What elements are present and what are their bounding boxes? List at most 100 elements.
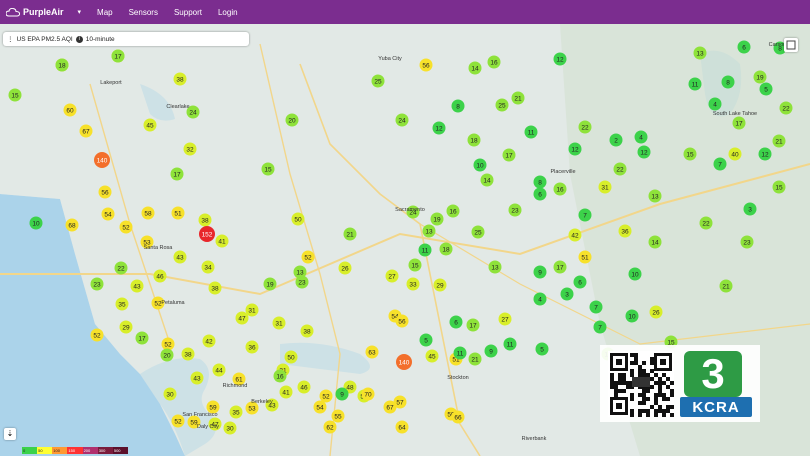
- sensor-marker[interactable]: 9: [484, 344, 498, 358]
- sensor-marker[interactable]: 54: [101, 207, 115, 221]
- sensor-marker[interactable]: 20: [285, 113, 299, 127]
- sensor-marker[interactable]: 17: [502, 148, 516, 162]
- sensor-marker[interactable]: 4: [708, 97, 722, 111]
- sensor-marker[interactable]: 17: [111, 49, 125, 63]
- info-icon[interactable]: i: [75, 35, 83, 43]
- sensor-marker[interactable]: 10: [628, 267, 642, 281]
- sensor-marker[interactable]: 6: [573, 275, 587, 289]
- nav-link-support[interactable]: Support: [174, 8, 202, 17]
- sensor-marker[interactable]: 7: [589, 300, 603, 314]
- nav-link-login[interactable]: Login: [218, 8, 238, 17]
- sensor-marker[interactable]: 42: [202, 334, 216, 348]
- sensor-marker[interactable]: 24: [395, 113, 409, 127]
- sensor-marker[interactable]: 50: [291, 212, 305, 226]
- sensor-marker[interactable]: 10: [625, 309, 639, 323]
- sensor-marker[interactable]: 52: [119, 220, 133, 234]
- sensor-marker[interactable]: 11: [418, 243, 432, 257]
- sensor-marker[interactable]: 17: [135, 331, 149, 345]
- sensor-marker[interactable]: 22: [779, 101, 793, 115]
- sensor-marker[interactable]: 27: [385, 269, 399, 283]
- sensor-marker[interactable]: 20: [160, 348, 174, 362]
- sensor-marker[interactable]: 21: [719, 279, 733, 293]
- sensor-marker[interactable]: 22: [699, 216, 713, 230]
- sensor-marker[interactable]: 12: [637, 145, 651, 159]
- sensor-marker[interactable]: 5: [759, 82, 773, 96]
- sensor-marker[interactable]: 16: [273, 369, 287, 383]
- sensor-marker[interactable]: 40: [728, 147, 742, 161]
- sensor-marker[interactable]: 60: [63, 103, 77, 117]
- sensor-marker[interactable]: 25: [371, 74, 385, 88]
- sensor-marker[interactable]: 12: [758, 147, 772, 161]
- sensor-marker[interactable]: 7: [713, 157, 727, 171]
- sensor-marker[interactable]: 16: [446, 204, 460, 218]
- sensor-marker[interactable]: 21: [343, 227, 357, 241]
- sensor-marker[interactable]: 152: [199, 226, 215, 242]
- sensor-marker[interactable]: 30: [223, 421, 237, 435]
- sensor-marker[interactable]: 66: [451, 410, 465, 424]
- sensor-marker[interactable]: 13: [648, 189, 662, 203]
- sensor-marker[interactable]: 8: [451, 99, 465, 113]
- sensor-marker[interactable]: 22: [613, 162, 627, 176]
- sensor-marker[interactable]: 17: [553, 260, 567, 274]
- sensor-marker[interactable]: 18: [467, 133, 481, 147]
- sensor-marker[interactable]: 56: [419, 58, 433, 72]
- sensor-marker[interactable]: 15: [408, 258, 422, 272]
- sensor-marker[interactable]: 21: [468, 352, 482, 366]
- download-button[interactable]: ⇣: [4, 428, 16, 440]
- sensor-marker[interactable]: 29: [433, 278, 447, 292]
- sensor-marker[interactable]: 45: [143, 118, 157, 132]
- sensor-marker[interactable]: 12: [568, 142, 582, 156]
- sensor-marker[interactable]: 58: [141, 206, 155, 220]
- sensor-marker[interactable]: 19: [753, 70, 767, 84]
- sensor-marker[interactable]: 38: [198, 213, 212, 227]
- sensor-marker[interactable]: 52: [319, 389, 333, 403]
- sensor-marker[interactable]: 10: [473, 158, 487, 172]
- sensor-marker[interactable]: 38: [173, 72, 187, 86]
- sensor-marker[interactable]: 15: [683, 147, 697, 161]
- sensor-marker[interactable]: 26: [338, 261, 352, 275]
- sensor-marker[interactable]: 18: [439, 242, 453, 256]
- sensor-marker[interactable]: 32: [183, 142, 197, 156]
- sensor-marker[interactable]: 27: [498, 312, 512, 326]
- sensor-marker[interactable]: 23: [90, 277, 104, 291]
- nav-link-sensors[interactable]: Sensors: [129, 8, 158, 17]
- sensor-marker[interactable]: 21: [511, 91, 525, 105]
- sensor-marker[interactable]: 62: [323, 420, 337, 434]
- sensor-marker[interactable]: 14: [648, 235, 662, 249]
- sensor-marker[interactable]: 47: [235, 311, 249, 325]
- sensor-marker[interactable]: 23: [740, 235, 754, 249]
- sensor-marker[interactable]: 14: [468, 61, 482, 75]
- sensor-marker[interactable]: 6: [449, 315, 463, 329]
- purpleair-logo[interactable]: PurpleAir: [6, 7, 64, 17]
- menu-dots-icon[interactable]: ⋮: [7, 35, 14, 43]
- sensor-marker[interactable]: 5: [419, 333, 433, 347]
- sensor-marker[interactable]: 6: [533, 187, 547, 201]
- sensor-marker[interactable]: 50: [284, 350, 298, 364]
- sensor-marker[interactable]: 45: [425, 349, 439, 363]
- sensor-marker[interactable]: 41: [215, 234, 229, 248]
- sensor-marker[interactable]: 34: [201, 260, 215, 274]
- sensor-marker[interactable]: 10: [29, 216, 43, 230]
- sensor-marker[interactable]: 51: [171, 206, 185, 220]
- sensor-marker[interactable]: 2: [609, 133, 623, 147]
- sensor-marker[interactable]: 38: [208, 281, 222, 295]
- sensor-marker[interactable]: 31: [272, 316, 286, 330]
- sensor-marker[interactable]: 25: [471, 225, 485, 239]
- sensor-marker[interactable]: 12: [432, 121, 446, 135]
- sensor-marker[interactable]: 38: [300, 324, 314, 338]
- sensor-marker[interactable]: 18: [55, 58, 69, 72]
- sensor-marker[interactable]: 23: [508, 203, 522, 217]
- layers-button[interactable]: [784, 38, 798, 52]
- sensor-marker[interactable]: 52: [301, 250, 315, 264]
- sensor-marker[interactable]: 30: [163, 387, 177, 401]
- sensor-marker[interactable]: 46: [153, 269, 167, 283]
- sensor-marker[interactable]: 57: [393, 395, 407, 409]
- sensor-marker[interactable]: 35: [115, 297, 129, 311]
- sensor-marker[interactable]: 13: [488, 260, 502, 274]
- sensor-marker[interactable]: 6: [737, 40, 751, 54]
- sensor-marker[interactable]: 55: [331, 409, 345, 423]
- sensor-marker[interactable]: 14: [480, 173, 494, 187]
- sensor-marker[interactable]: 140: [94, 152, 110, 168]
- sensor-marker[interactable]: 11: [524, 125, 538, 139]
- sensor-marker[interactable]: 13: [422, 224, 436, 238]
